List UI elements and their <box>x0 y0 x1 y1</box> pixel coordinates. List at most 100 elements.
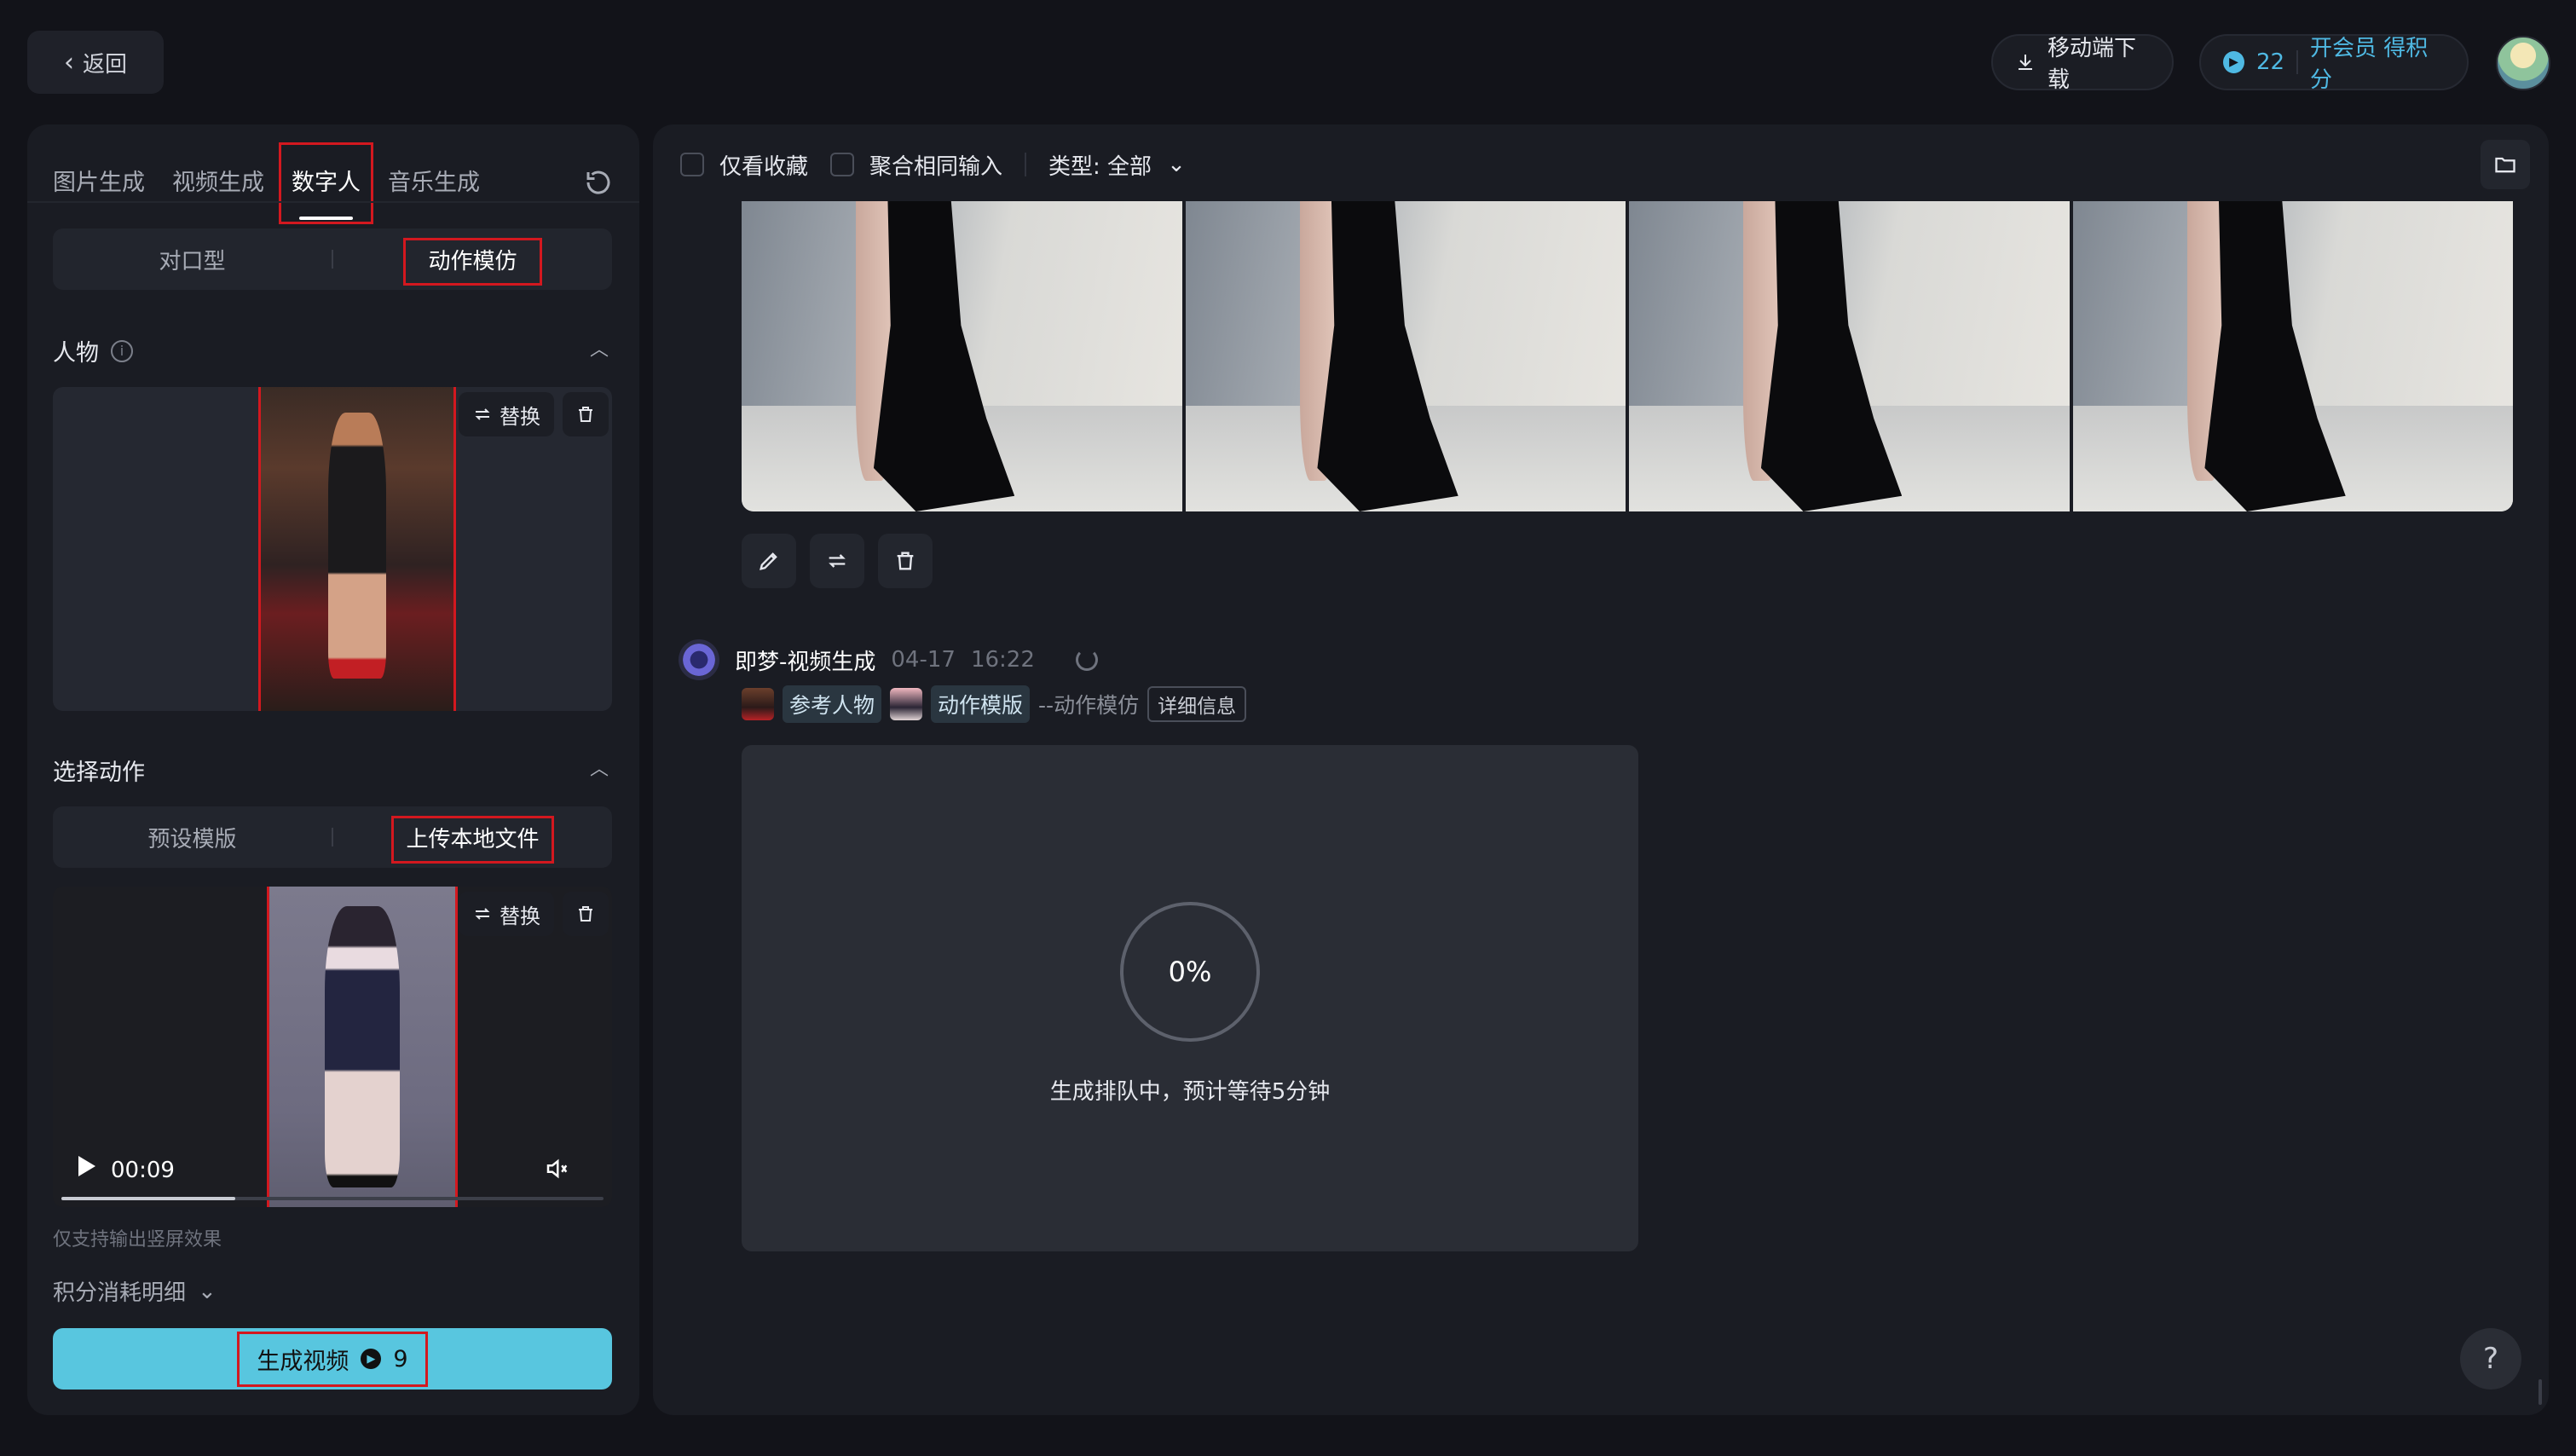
portrait-only-hint: 仅支持输出竖屏效果 <box>53 1229 222 1251</box>
credit-coin-icon: ▶ <box>361 1349 382 1369</box>
credit-coin-icon: ▶ <box>2223 51 2244 73</box>
merge-label: 聚合相同输入 <box>869 153 1003 180</box>
merge-checkbox[interactable] <box>830 153 855 176</box>
info-icon[interactable]: i <box>111 339 133 362</box>
player-controls: 00:09 <box>53 1147 612 1207</box>
download-label: 移动端下载 <box>2048 36 2137 93</box>
generation-tabs: 图片生成 视频生成 数字人 音乐生成 <box>53 142 480 224</box>
job-tags: 参考人物 动作模版 --动作模仿 详细信息 <box>742 685 1247 723</box>
replace-character-button[interactable]: 替换 <box>459 392 554 436</box>
credits-divider <box>2296 50 2299 74</box>
chevron-up-icon[interactable]: ︿ <box>590 334 609 361</box>
generate-video-button[interactable]: 生成视频 ▶ 9 <box>53 1328 612 1390</box>
delete-character-button[interactable] <box>563 392 609 436</box>
merge-filter[interactable]: 聚合相同输入 <box>830 149 1002 181</box>
frame-dress <box>2204 201 2346 511</box>
character-photo <box>258 387 456 711</box>
result-video-frames[interactable] <box>742 201 2513 511</box>
help-button[interactable]: ? <box>2460 1328 2521 1390</box>
mode-motion-imitation[interactable]: 动作模仿 <box>333 237 612 286</box>
back-button[interactable]: ‹ 返回 <box>27 31 164 94</box>
result-frame[interactable] <box>1185 201 1626 511</box>
mute-icon[interactable] <box>544 1156 569 1182</box>
generate-cost: 9 <box>393 1345 408 1372</box>
result-actions <box>742 534 933 588</box>
action-video-player[interactable]: 替换 00:09 <box>53 887 612 1207</box>
back-label: 返回 <box>82 51 127 78</box>
vip-link[interactable]: 开会员 得积分 <box>2310 31 2445 94</box>
delete-result-button[interactable] <box>878 534 933 588</box>
video-time: 00:09 <box>111 1158 175 1183</box>
video-progress-bar[interactable] <box>61 1197 604 1200</box>
replace-label: 替换 <box>500 904 540 928</box>
folder-button[interactable] <box>2481 140 2530 189</box>
job-title: 即梦-视频生成 <box>735 649 876 675</box>
pencil-icon <box>760 552 777 570</box>
play-icon[interactable] <box>78 1156 95 1176</box>
refresh-icon[interactable] <box>583 167 614 198</box>
detail-info-button[interactable]: 详细信息 <box>1147 686 1247 722</box>
chevron-up-icon[interactable]: ︿ <box>590 754 609 781</box>
tab-music-generation[interactable]: 音乐生成 <box>388 145 480 222</box>
video-progress-fill <box>61 1197 235 1200</box>
scrollbar-thumb[interactable] <box>2538 1379 2542 1405</box>
edit-button[interactable] <box>742 534 796 588</box>
action-preset-template[interactable]: 预设模版 <box>53 822 332 853</box>
result-frame[interactable] <box>1629 201 2070 511</box>
left-panel: 图片生成 视频生成 数字人 音乐生成 对口型 动作模仿 人物 i ︿ 替换 选择… <box>27 124 639 1415</box>
regenerate-button[interactable] <box>810 534 864 588</box>
action-upload-local[interactable]: 上传本地文件 <box>333 815 612 864</box>
chevron-down-icon: ⌄ <box>198 1278 217 1304</box>
favorites-filter[interactable]: 仅看收藏 <box>680 149 808 181</box>
frame-dress <box>1760 201 1903 511</box>
job-mode: --动作模仿 <box>1038 693 1140 718</box>
character-image-box[interactable]: 替换 <box>53 387 612 711</box>
trash-icon <box>579 906 592 922</box>
favorites-label: 仅看收藏 <box>719 153 809 180</box>
mode-motion-imitation-label: 动作模仿 <box>403 237 542 286</box>
action-upload-local-label: 上传本地文件 <box>391 815 554 864</box>
result-frame[interactable] <box>742 201 1182 511</box>
job-date: 04-17 <box>891 647 956 673</box>
generate-video-content: 生成视频 ▶ 9 <box>237 1331 428 1387</box>
dancer-figure <box>325 905 400 1188</box>
swap-icon <box>829 554 846 568</box>
job-time: 16:22 <box>970 647 1035 673</box>
tab-image-generation[interactable]: 图片生成 <box>53 145 145 222</box>
character-figure <box>328 413 386 679</box>
credits-pill[interactable]: ▶ 22 开会员 得积分 <box>2199 34 2469 93</box>
tabs-divider <box>27 201 639 203</box>
generate-video-label: 生成视频 <box>257 1348 349 1375</box>
results-panel: 仅看收藏 聚合相同输入 类型: 全部 ⌄ 即梦-视频生成 04-17 16:22… <box>653 124 2549 1415</box>
tag-action-template: 动作模版 <box>931 685 1031 723</box>
filter-divider <box>1025 153 1027 176</box>
action-source-control: 预设模版 上传本地文件 <box>53 806 612 868</box>
queue-status-text: 生成排队中，预计等待5分钟 <box>1049 1079 1331 1105</box>
loading-spinner-icon <box>1075 649 1098 671</box>
credits-count: 22 <box>2256 49 2285 75</box>
queue-card: 0% 生成排队中，预计等待5分钟 <box>742 745 1638 1251</box>
mode-lip-sync[interactable]: 对口型 <box>53 244 332 275</box>
result-frame[interactable] <box>2072 201 2513 511</box>
progress-ring: 0% <box>1120 902 1260 1042</box>
cost-details-toggle[interactable]: 积分消耗明细 ⌄ <box>53 1275 217 1307</box>
swap-icon <box>475 908 490 920</box>
mobile-download-button[interactable]: 移动端下载 <box>1991 34 2174 93</box>
action-section-title: 选择动作 <box>53 754 145 787</box>
replace-label: 替换 <box>500 404 540 429</box>
job-header: 即梦-视频生成 04-17 16:22 <box>679 639 1098 680</box>
type-dropdown[interactable]: 类型: 全部 ⌄ <box>1048 149 1186 181</box>
frame-dress <box>1317 201 1458 511</box>
replace-video-button[interactable]: 替换 <box>459 892 554 936</box>
delete-video-button[interactable] <box>563 892 609 936</box>
type-label: 类型: 全部 <box>1048 153 1152 180</box>
download-icon <box>2019 55 2032 70</box>
tab-digital-human[interactable]: 数字人 <box>279 142 373 224</box>
user-avatar[interactable] <box>2496 36 2550 90</box>
trash-icon <box>579 407 592 422</box>
mode-segmented-control: 对口型 动作模仿 <box>53 228 612 290</box>
tab-video-generation[interactable]: 视频生成 <box>172 145 264 222</box>
favorites-checkbox[interactable] <box>680 153 704 176</box>
action-title: 选择动作 <box>53 760 145 786</box>
cost-details-label: 积分消耗明细 <box>53 1280 187 1306</box>
